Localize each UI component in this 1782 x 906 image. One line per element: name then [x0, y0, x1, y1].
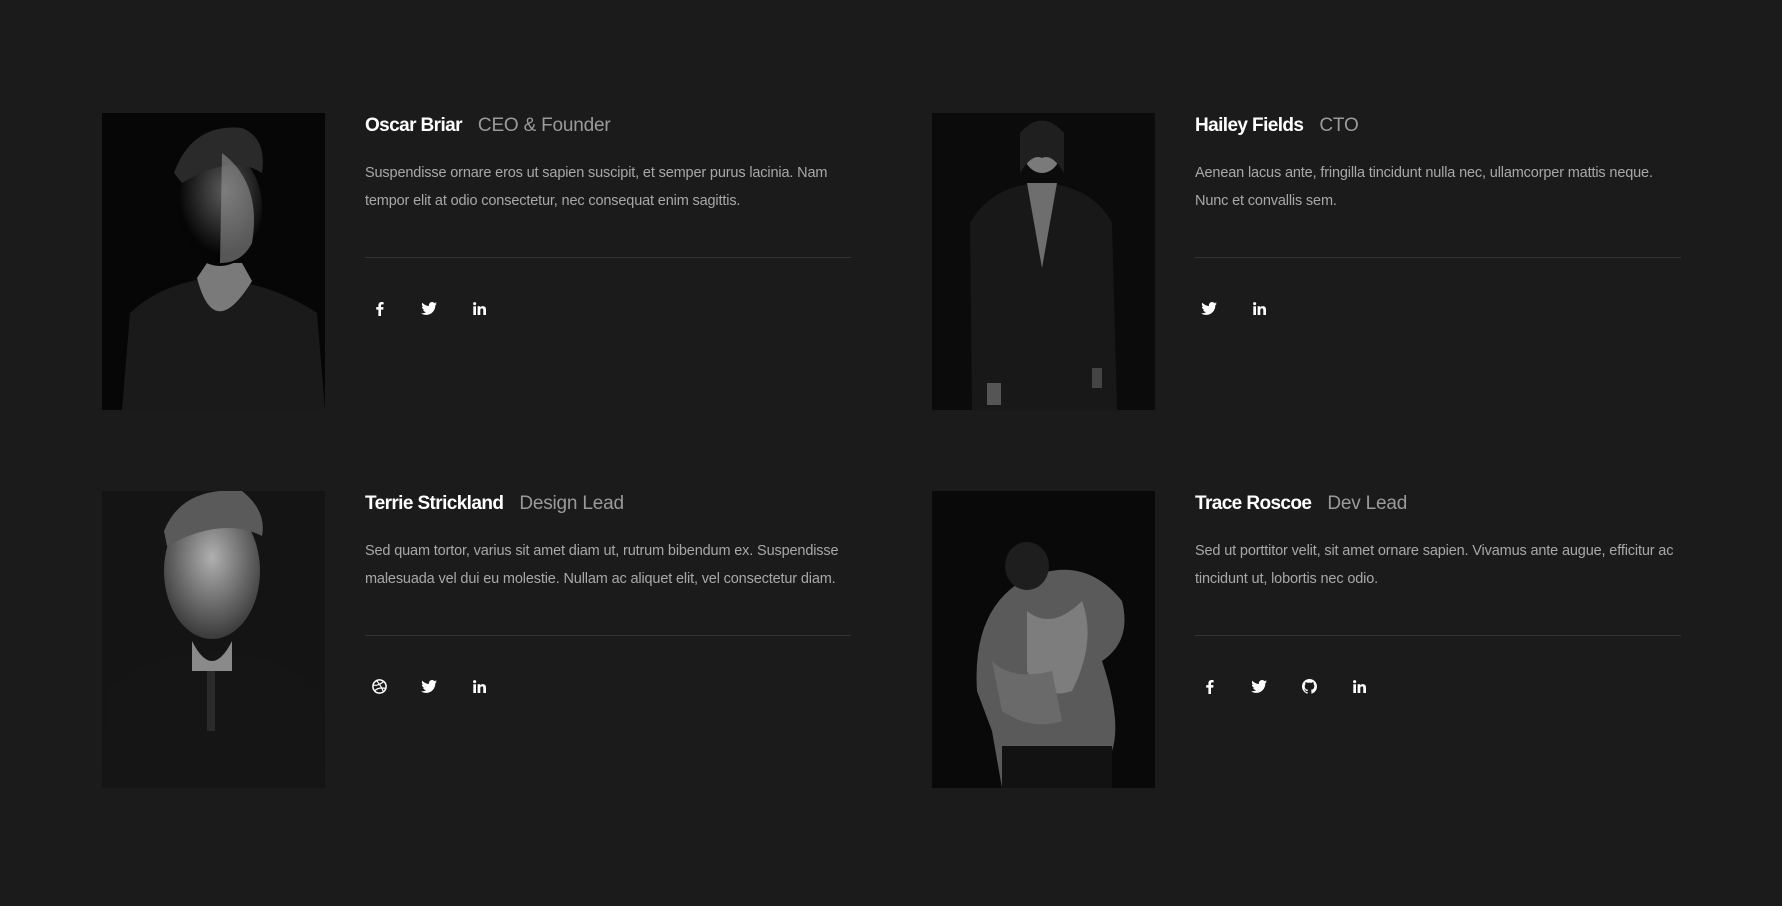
- member-info: Terrie Strickland Design Lead Sed quam to…: [365, 491, 851, 696]
- member-bio: Sed ut porttitor velit, sit amet ornare …: [1195, 543, 1674, 587]
- linkedin-icon[interactable]: [1249, 298, 1269, 318]
- member-info: Trace Roscoe Dev Lead Sed ut porttitor ve…: [1195, 491, 1681, 696]
- member-name: Trace Roscoe: [1195, 493, 1312, 514]
- member-role: Design Lead: [519, 493, 624, 514]
- team-member-card: Terrie Strickland Design Lead Sed quam to…: [102, 491, 892, 791]
- social-links: [365, 298, 851, 318]
- divider: [1195, 257, 1681, 258]
- member-role: CEO & Founder: [477, 115, 611, 136]
- member-name: Terrie Strickland: [365, 493, 504, 514]
- member-role: Dev Lead: [1327, 493, 1408, 514]
- member-info: Oscar Briar CEO & Founder Suspendisse orn…: [365, 113, 851, 318]
- facebook-icon[interactable]: [1199, 676, 1219, 696]
- team-member-card: Oscar Briar CEO & Founder Suspendisse orn…: [102, 113, 892, 413]
- twitter-icon[interactable]: [1249, 676, 1269, 696]
- twitter-icon[interactable]: [419, 676, 439, 696]
- twitter-icon[interactable]: [1199, 298, 1219, 318]
- member-heading: Trace Roscoe Dev Lead: [1195, 491, 1681, 517]
- linkedin-icon[interactable]: [1349, 676, 1369, 696]
- dribbble-icon[interactable]: [369, 676, 389, 696]
- divider: [365, 257, 851, 258]
- member-photo: [102, 491, 325, 788]
- member-heading: Terrie Strickland Design Lead: [365, 491, 851, 517]
- member-bio: Sed quam tortor, varius sit amet diam ut…: [365, 543, 839, 587]
- team-member-card: Trace Roscoe Dev Lead Sed ut porttitor ve…: [932, 491, 1722, 791]
- github-icon[interactable]: [1299, 676, 1319, 696]
- divider: [1195, 635, 1681, 636]
- social-links: [1195, 298, 1681, 318]
- member-photo: [932, 491, 1155, 788]
- facebook-icon[interactable]: [369, 298, 389, 318]
- member-photo: [102, 113, 325, 410]
- member-photo: [932, 113, 1155, 410]
- member-info: Hailey Fields CTO Aenean lacus ante, frin…: [1195, 113, 1681, 318]
- member-role: CTO: [1319, 115, 1359, 136]
- divider: [365, 635, 851, 636]
- member-heading: Hailey Fields CTO: [1195, 113, 1681, 139]
- team-member-card: Hailey Fields CTO Aenean lacus ante, frin…: [932, 113, 1722, 413]
- member-name: Hailey Fields: [1195, 115, 1304, 136]
- linkedin-icon[interactable]: [469, 676, 489, 696]
- member-heading: Oscar Briar CEO & Founder: [365, 113, 851, 139]
- linkedin-icon[interactable]: [469, 298, 489, 318]
- social-links: [365, 676, 851, 696]
- social-links: [1195, 676, 1681, 696]
- twitter-icon[interactable]: [419, 298, 439, 318]
- member-bio: Suspendisse ornare eros ut sapien suscip…: [365, 165, 828, 209]
- member-bio: Aenean lacus ante, fringilla tincidunt n…: [1195, 165, 1653, 209]
- member-name: Oscar Briar: [365, 115, 463, 136]
